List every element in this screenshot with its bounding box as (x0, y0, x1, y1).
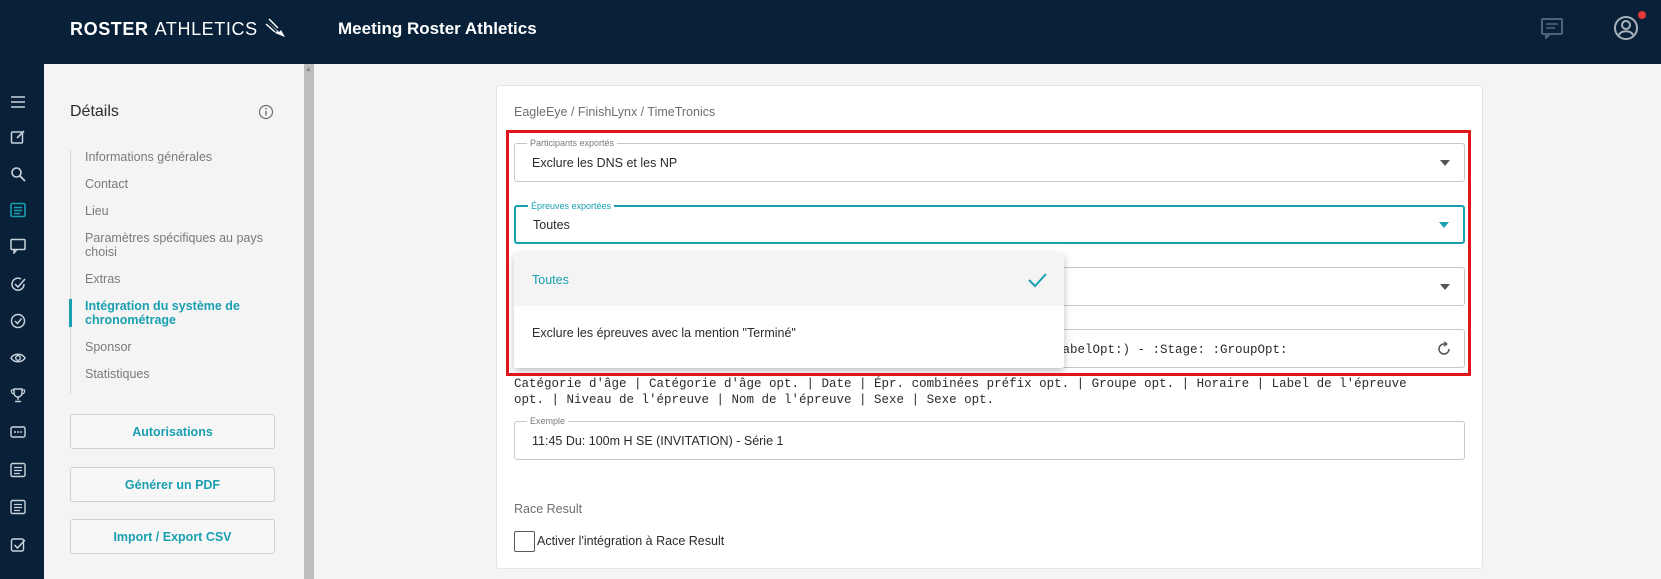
sidebar-item-statistics[interactable]: Statistiques (71, 367, 278, 381)
scroll-up-icon[interactable]: ▲ (305, 66, 312, 73)
check-circle-icon[interactable] (8, 274, 28, 294)
label-pattern-value: LabelOpt:) - :Stage: :GroupOpt: (1055, 343, 1288, 357)
dropdown-option-exclude-finished[interactable]: Exclure les épreuves avec la mention "Te… (514, 306, 1064, 359)
example-field: Exemple 11:45 Du: 100m H SE (INVITATION)… (514, 416, 1465, 460)
chevron-down-icon (1439, 222, 1449, 228)
generate-pdf-button[interactable]: Générer un PDF (70, 467, 275, 502)
info-icon[interactable] (258, 104, 274, 120)
timer-badge-icon[interactable] (8, 422, 28, 442)
sidebar-item-contact[interactable]: Contact (71, 177, 278, 191)
sidebar-item-sponsor[interactable]: Sponsor (71, 340, 278, 354)
events-value: Toutes (533, 218, 570, 232)
race-result-checkbox-label[interactable]: Activer l'intégration à Race Result (537, 534, 724, 548)
participants-legend: Participants exportés (527, 138, 618, 148)
events-dropdown-menu: Toutes Exclure les épreuves avec la ment… (514, 253, 1064, 368)
sidebar-title: Détails (70, 103, 119, 120)
reset-icon[interactable] (1436, 341, 1452, 357)
sidebar-item-country-settings[interactable]: Paramètres spécifiques au pays choisi (71, 231, 278, 259)
example-value: 11:45 Du: 100m H SE (INVITATION) - Série… (532, 434, 784, 448)
brand-thin: ATHLETICS (154, 18, 258, 39)
edit-icon[interactable] (8, 127, 28, 147)
authorizations-button[interactable]: Autorisations (70, 414, 275, 449)
participants-select[interactable]: Participants exportés Exclure les DNS et… (514, 138, 1465, 182)
sidebar-scrollbar[interactable] (304, 64, 314, 579)
page-title: Meeting Roster Athletics (338, 19, 537, 38)
check-icon (1028, 273, 1047, 288)
sidebar-nav: Informations générales Contact Lieu Para… (69, 150, 278, 394)
search-icon[interactable] (8, 164, 28, 184)
dropdown-option-label: Exclure les épreuves avec la mention "Te… (532, 325, 796, 340)
chat-icon[interactable] (8, 236, 28, 256)
race-result-checkbox[interactable] (514, 531, 535, 552)
check-circle-icon[interactable] (8, 311, 28, 331)
winged-shoe-icon (265, 18, 285, 37)
pattern-tokens-line2: opt. | Niveau de l'épreuve | Nom de l'ép… (514, 393, 995, 407)
sidebar-item-venue[interactable]: Lieu (71, 204, 278, 218)
chevron-down-icon (1440, 284, 1450, 290)
import-export-csv-button[interactable]: Import / Export CSV (70, 519, 275, 554)
race-result-title: Race Result (514, 502, 583, 516)
icon-rail (0, 64, 44, 579)
brand-bold: ROSTER (70, 18, 149, 39)
list-icon[interactable] (8, 497, 28, 517)
chat-icon[interactable] (1538, 14, 1566, 42)
list-icon[interactable] (8, 200, 28, 220)
example-legend: Exemple (527, 416, 569, 426)
timing-section-title: EagleEye / FinishLynx / TimeTronics (514, 105, 716, 119)
chevron-down-icon (1440, 160, 1450, 166)
pattern-tokens-line1: Catégorie d'âge | Catégorie d'âge opt. |… (514, 377, 1407, 391)
sidebar-item-extras[interactable]: Extras (71, 272, 278, 286)
checkbox-icon[interactable] (8, 535, 28, 555)
notification-dot (1638, 11, 1646, 19)
brand-logo[interactable]: ROSTER ATHLETICS (70, 18, 288, 40)
menu-icon[interactable] (8, 92, 28, 112)
participants-value: Exclure les DNS et les NP (532, 156, 678, 170)
dropdown-option-all[interactable]: Toutes (514, 253, 1064, 306)
sidebar-item-general-info[interactable]: Informations générales (71, 150, 278, 164)
events-legend: Épreuves exportées (528, 201, 615, 211)
events-select[interactable]: Épreuves exportées Toutes (514, 201, 1465, 244)
trophy-icon[interactable] (8, 385, 28, 405)
list-icon[interactable] (8, 460, 28, 480)
eye-icon[interactable] (8, 348, 28, 368)
sidebar-item-timing-integration[interactable]: Intégration du système de chronométrage (69, 299, 278, 327)
dropdown-option-label: Toutes (532, 272, 569, 287)
account-icon[interactable] (1612, 14, 1640, 42)
